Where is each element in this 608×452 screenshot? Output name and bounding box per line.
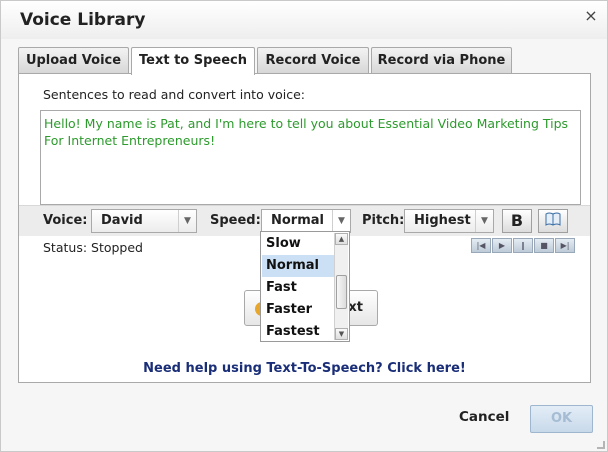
play-icon[interactable]: ▶ bbox=[492, 238, 512, 253]
book-icon bbox=[545, 211, 561, 230]
pitch-select-value: Highest bbox=[414, 213, 471, 228]
speed-select-value: Normal bbox=[271, 213, 324, 228]
scroll-down-icon[interactable]: ▼ bbox=[335, 328, 348, 340]
chevron-down-icon: ▼ bbox=[475, 210, 493, 232]
speech-text-input[interactable]: Hello! My name is Pat, and I'm here to t… bbox=[40, 110, 581, 205]
tab-upload-voice[interactable]: Upload Voice bbox=[18, 47, 129, 74]
voice-label: Voice: bbox=[43, 213, 88, 228]
skip-back-icon[interactable]: |◀ bbox=[471, 238, 491, 253]
help-link[interactable]: Need help using Text-To-Speech? Click he… bbox=[19, 361, 590, 376]
dialog-title: Voice Library bbox=[20, 10, 146, 30]
tab-record-voice[interactable]: Record Voice bbox=[257, 47, 369, 74]
tab-text-to-speech[interactable]: Text to Speech bbox=[131, 47, 255, 75]
chevron-down-icon: ▼ bbox=[332, 210, 350, 232]
speed-option-faster[interactable]: Faster bbox=[262, 299, 336, 321]
speed-label: Speed: bbox=[210, 213, 261, 228]
bold-button[interactable]: B bbox=[502, 209, 532, 233]
scroll-thumb[interactable] bbox=[336, 275, 347, 309]
close-icon[interactable]: × bbox=[583, 7, 599, 25]
chevron-down-icon: ▼ bbox=[178, 210, 196, 232]
resize-grip-icon[interactable] bbox=[597, 441, 605, 449]
speed-option-fast[interactable]: Fast bbox=[262, 277, 336, 299]
speed-select[interactable]: Normal ▼ bbox=[261, 209, 351, 233]
status-text: Status: Stopped bbox=[43, 240, 143, 255]
voice-select-value: David bbox=[101, 213, 143, 228]
voice-library-dialog: Voice Library × Upload Voice Text to Spe… bbox=[0, 0, 608, 452]
voice-select[interactable]: David ▼ bbox=[91, 209, 197, 233]
pause-icon[interactable]: ‖ bbox=[513, 238, 533, 253]
generate-button-label: xt bbox=[348, 300, 363, 315]
instruction-label: Sentences to read and convert into voice… bbox=[43, 87, 305, 102]
tab-record-via-phone[interactable]: Record via Phone bbox=[371, 47, 512, 74]
cancel-button[interactable]: Cancel bbox=[459, 409, 509, 425]
stop-icon[interactable]: ■ bbox=[534, 238, 554, 253]
ok-button[interactable]: OK bbox=[530, 405, 593, 433]
dictionary-button[interactable] bbox=[538, 209, 568, 233]
dropdown-scrollbar[interactable]: ▲ ▼ bbox=[334, 233, 348, 340]
speed-option-fastest[interactable]: Fastest bbox=[262, 321, 336, 343]
speed-dropdown-list: Slow Normal Fast Faster Fastest ▲ ▼ bbox=[260, 231, 350, 342]
speed-option-slow[interactable]: Slow bbox=[262, 233, 336, 255]
scroll-up-icon[interactable]: ▲ bbox=[335, 233, 348, 245]
pitch-label: Pitch: bbox=[362, 213, 405, 228]
title-bar: Voice Library × bbox=[1, 1, 607, 39]
pitch-select[interactable]: Highest ▼ bbox=[404, 209, 494, 233]
speech-text-line: Hello! My name is Pat, and I'm here to t… bbox=[44, 116, 569, 131]
speech-text-line: For Internet Entrepreneurs! bbox=[44, 133, 216, 148]
speed-option-normal[interactable]: Normal bbox=[262, 255, 336, 277]
skip-forward-icon[interactable]: ▶| bbox=[555, 238, 575, 253]
